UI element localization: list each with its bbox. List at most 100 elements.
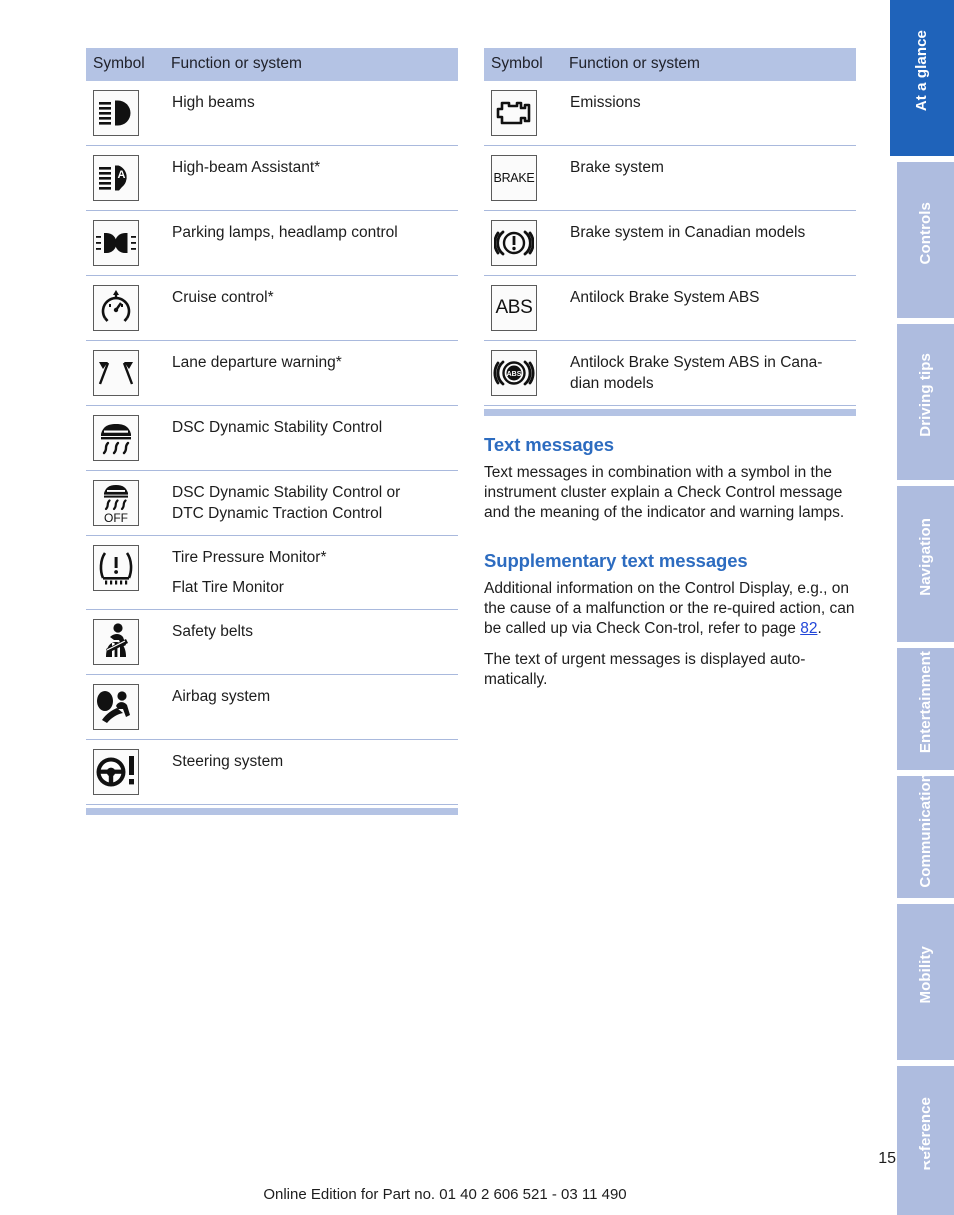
tab-label: At a glance xyxy=(913,30,930,112)
row-label: Steering system xyxy=(172,753,284,771)
symbol-cell xyxy=(86,276,163,341)
table-row: Lane departure warning* xyxy=(86,341,458,406)
tab-reference[interactable]: Reference xyxy=(897,1066,954,1215)
symbol-cell xyxy=(484,211,561,276)
function-cell: Antilock Brake System ABS in Cana- dian … xyxy=(561,341,856,406)
table-header: Symbol Function or system xyxy=(86,48,458,81)
section-heading-supplementary-text-messages: Supplementary text messages xyxy=(484,549,748,571)
symbol-cell: ABS xyxy=(484,341,561,406)
table-row: BRAKE Brake system xyxy=(484,146,856,211)
section-heading-text-messages: Text messages xyxy=(484,434,614,456)
tab-label: Driving tips xyxy=(917,353,934,437)
svg-text:OFF: OFF xyxy=(104,511,128,524)
brake-system-canadian-icon xyxy=(491,220,537,266)
row-label: Safety belts xyxy=(172,623,253,641)
tab-at-a-glance[interactable]: At a glance xyxy=(890,0,954,156)
table-row: Emissions xyxy=(484,81,856,146)
page-reference-link[interactable]: 82 xyxy=(800,620,817,637)
safety-belts-icon xyxy=(93,619,139,666)
symbol-table-right: Symbol Function or system Emissions BRAK… xyxy=(484,48,856,406)
abs-icon: ABS xyxy=(491,285,537,331)
row-label: Lane departure warning* xyxy=(172,354,342,371)
tab-label: Navigation xyxy=(917,518,934,596)
table-row: Airbag system xyxy=(86,675,458,740)
lane-departure-warning-icon xyxy=(93,350,139,396)
function-cell: Lane departure warning* xyxy=(163,341,458,406)
row-label: Brake system xyxy=(570,159,664,176)
row-label: Tire Pressure Monitor* xyxy=(172,549,327,567)
table-row: Cruise control* xyxy=(86,276,458,341)
abs-canadian-icon: ABS xyxy=(491,350,537,396)
right-column: Symbol Function or system Emissions BRAK… xyxy=(484,48,856,690)
table-row: ABS Antilock Brake System ABS xyxy=(484,276,856,341)
cruise-control-icon xyxy=(93,285,139,331)
tab-mobility[interactable]: Mobility xyxy=(897,904,954,1060)
prose-body: Text messages Text messages in combinati… xyxy=(484,434,856,690)
tab-label: Communication xyxy=(917,772,934,888)
table-row: Steering system xyxy=(86,740,458,805)
table-bottom-bar xyxy=(484,409,856,417)
function-cell: Cruise control* xyxy=(163,276,458,341)
symbol-cell: OFF xyxy=(86,471,163,536)
tab-driving-tips[interactable]: Driving tips xyxy=(897,324,954,480)
symbol-cell xyxy=(86,341,163,406)
high-beams-icon xyxy=(93,90,139,136)
tire-pressure-monitor-icon xyxy=(93,545,139,592)
emissions-engine-icon xyxy=(491,90,537,136)
table-row: OFF DSC Dynamic Stability Control or DTC… xyxy=(86,471,458,536)
table-row: Brake system in Canadian models xyxy=(484,211,856,276)
symbol-cell xyxy=(86,610,163,675)
tab-label: Mobility xyxy=(917,946,934,1004)
svg-text:A: A xyxy=(118,169,126,181)
high-beam-assistant-icon: A xyxy=(93,155,139,201)
page-number-bar xyxy=(911,1152,924,1215)
row-label: Cruise control* xyxy=(172,289,274,306)
left-column: Symbol Function or system High beams A H… xyxy=(86,48,458,816)
row-label: Brake system in Canadian models xyxy=(570,224,806,241)
row-label: Antilock Brake System ABS in Cana- xyxy=(570,354,823,371)
chapter-tab-strip: At a glance Controls Driving tips Naviga… xyxy=(890,0,954,1215)
paragraph-part-after-link: . xyxy=(817,619,822,637)
row-label: Flat Tire Monitor xyxy=(172,579,284,597)
tab-label: Reference xyxy=(917,1096,934,1171)
symbol-cell xyxy=(86,406,163,471)
function-cell: DSC Dynamic Stability Control xyxy=(163,406,458,471)
row-label: dian models xyxy=(570,375,654,393)
paragraph-supplementary-2: The text of urgent messages is displayed… xyxy=(484,650,806,689)
row-label: DTC Dynamic Traction Control xyxy=(172,505,383,523)
row-label: Emissions xyxy=(570,94,641,111)
table-row: ABS Antilock Brake System ABS in Cana- d… xyxy=(484,341,856,406)
function-cell: Tire Pressure Monitor* Flat Tire Monitor xyxy=(163,536,458,610)
function-cell: High beams xyxy=(163,81,458,146)
column-header-function: Function or system xyxy=(561,48,856,81)
tab-communication[interactable]: Communication xyxy=(897,772,954,898)
function-cell: Antilock Brake System ABS xyxy=(561,276,856,341)
column-header-symbol: Symbol xyxy=(86,48,163,81)
symbol-cell: BRAKE xyxy=(484,146,561,211)
row-label: DSC Dynamic Stability Control xyxy=(172,419,383,436)
tab-entertainment[interactable]: Entertainment xyxy=(897,648,954,770)
symbol-table-left: Symbol Function or system High beams A H… xyxy=(86,48,458,805)
tab-label: Entertainment xyxy=(917,650,934,754)
dsc-dynamic-stability-control-icon xyxy=(93,415,139,461)
table-row: Safety belts xyxy=(86,610,458,675)
symbol-cell xyxy=(86,81,163,146)
table-row: Tire Pressure Monitor* Flat Tire Monitor xyxy=(86,536,458,610)
symbol-cell: ABS xyxy=(484,276,561,341)
table-row: High beams xyxy=(86,81,458,146)
table-row: A High-beam Assistant* xyxy=(86,146,458,211)
paragraph-supplementary-1: Additional information on the Control Di… xyxy=(484,579,856,639)
row-label: DSC Dynamic Stability Control or xyxy=(172,484,401,501)
dsc-dtc-off-icon: OFF xyxy=(93,480,139,526)
symbol-cell: A xyxy=(86,146,163,211)
symbol-cell xyxy=(484,81,561,146)
table-row: DSC Dynamic Stability Control xyxy=(86,406,458,471)
function-cell: Parking lamps, headlamp control xyxy=(163,211,458,276)
function-cell: High-beam Assistant* xyxy=(163,146,458,211)
brake-label: BRAKE xyxy=(493,171,535,185)
tab-controls[interactable]: Controls xyxy=(897,162,954,318)
symbol-cell xyxy=(86,740,163,805)
function-cell: Steering system xyxy=(163,740,458,805)
table-row: Parking lamps, headlamp control xyxy=(86,211,458,276)
tab-navigation[interactable]: Navigation xyxy=(897,486,954,642)
